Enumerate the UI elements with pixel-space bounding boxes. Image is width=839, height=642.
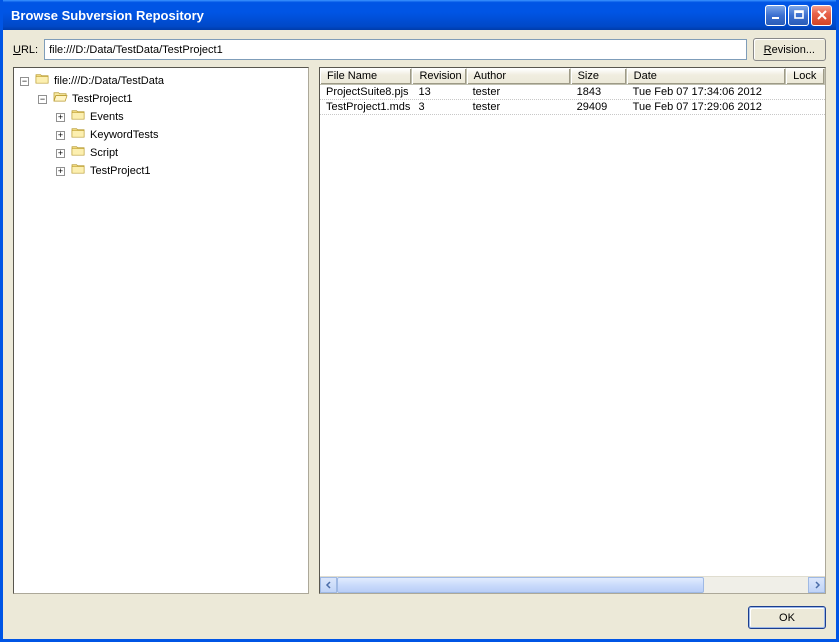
folder-icon [35, 72, 50, 90]
column-header-filename[interactable]: File Name [320, 68, 412, 84]
cell-name: ProjectSuite8.pjs [320, 86, 412, 98]
tree-node[interactable]: + KeywordTests [54, 126, 306, 144]
horizontal-scrollbar[interactable] [320, 576, 825, 593]
cell-revision: 13 [412, 86, 466, 98]
column-header-revision[interactable]: Revision [412, 68, 466, 84]
folder-open-icon [53, 90, 68, 108]
window: Browse Subversion Repository URL: Revisi… [0, 0, 839, 642]
folder-icon [71, 162, 86, 180]
file-list-header: File Name Revision Author Size Date Lock [320, 68, 825, 85]
url-label: URL: [13, 44, 38, 56]
maximize-button[interactable] [788, 5, 809, 26]
folder-icon [71, 108, 86, 126]
chevron-left-icon [325, 581, 333, 589]
collapse-toggle[interactable]: − [38, 95, 47, 104]
titlebar[interactable]: Browse Subversion Repository [3, 0, 836, 30]
tree-node-label: TestProject1 [70, 91, 135, 107]
tree-node[interactable]: + Script [54, 144, 306, 162]
expand-toggle[interactable]: + [56, 113, 65, 122]
content-area: −file:///D:/Data/TestData−TestProject1+E… [3, 67, 836, 600]
revision-button[interactable]: Revision... [753, 38, 826, 61]
ok-button[interactable]: OK [748, 606, 826, 629]
minimize-button[interactable] [765, 5, 786, 26]
tree-node-label: file:///D:/Data/TestData [52, 73, 166, 89]
column-header-lock[interactable]: Lock [786, 68, 825, 84]
cell-revision: 3 [412, 101, 466, 113]
tree-node-label: Script [88, 145, 120, 161]
cell-size: 1843 [571, 86, 627, 98]
tree-node-label: KeywordTests [88, 127, 160, 143]
table-row[interactable]: ProjectSuite8.pjs13tester1843Tue Feb 07 … [320, 85, 825, 100]
url-row: URL: Revision... [3, 30, 836, 67]
expand-toggle[interactable]: + [56, 167, 65, 176]
repository-tree: −file:///D:/Data/TestData−TestProject1+E… [16, 72, 306, 180]
chevron-right-icon [813, 581, 821, 589]
cell-author: tester [467, 101, 571, 113]
cell-name: TestProject1.mds [320, 101, 412, 113]
tree-pane[interactable]: −file:///D:/Data/TestData−TestProject1+E… [13, 67, 309, 594]
close-button[interactable] [811, 5, 832, 26]
close-icon [816, 9, 828, 21]
cell-date: Tue Feb 07 17:29:06 2012 [627, 101, 787, 113]
footer: OK [3, 600, 836, 639]
tree-node-label: TestProject1 [88, 163, 153, 179]
folder-icon [71, 144, 86, 162]
tree-node[interactable]: + TestProject1 [54, 162, 306, 180]
scroll-left-button[interactable] [320, 577, 337, 593]
tree-node-label: Events [88, 109, 126, 125]
tree-node[interactable]: − TestProject1 [36, 90, 306, 108]
scroll-right-button[interactable] [808, 577, 825, 593]
tree-node[interactable]: + Events [54, 108, 306, 126]
table-row[interactable]: TestProject1.mds3tester29409Tue Feb 07 1… [320, 100, 825, 115]
file-list-body[interactable]: ProjectSuite8.pjs13tester1843Tue Feb 07 … [320, 85, 825, 576]
window-title: Browse Subversion Repository [11, 8, 204, 23]
file-list-pane: File Name Revision Author Size Date Lock… [319, 67, 826, 594]
window-buttons [765, 5, 832, 26]
tree-node[interactable]: − file:///D:/Data/TestData [18, 72, 306, 90]
column-header-author[interactable]: Author [467, 68, 571, 84]
column-header-size[interactable]: Size [571, 68, 627, 84]
cell-date: Tue Feb 07 17:34:06 2012 [627, 86, 787, 98]
expand-toggle[interactable]: + [56, 149, 65, 158]
collapse-toggle[interactable]: − [20, 77, 29, 86]
cell-size: 29409 [571, 101, 627, 113]
folder-icon [71, 126, 86, 144]
minimize-icon [770, 9, 782, 21]
scrollbar-thumb[interactable] [337, 577, 704, 593]
maximize-icon [793, 9, 805, 21]
cell-author: tester [467, 86, 571, 98]
expand-toggle[interactable]: + [56, 131, 65, 140]
scrollbar-track[interactable] [337, 577, 808, 593]
url-input[interactable] [44, 39, 747, 60]
column-header-date[interactable]: Date [627, 68, 786, 84]
